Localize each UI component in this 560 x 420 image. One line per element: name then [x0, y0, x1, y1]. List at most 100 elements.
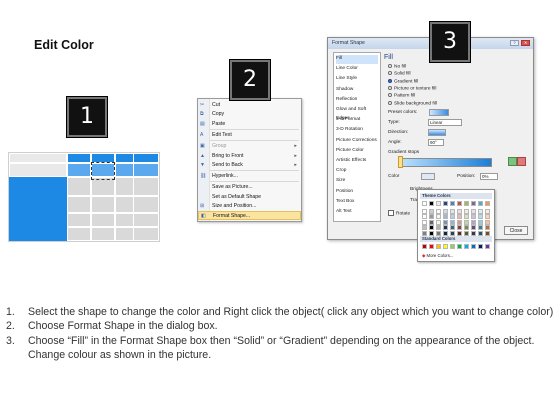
preset-colors-dropdown[interactable] — [429, 109, 449, 116]
color-swatch[interactable] — [457, 219, 462, 225]
standard-color-swatch[interactable] — [471, 244, 476, 249]
menu-item-cut[interactable]: ✂ Cut — [198, 101, 301, 110]
color-swatch[interactable] — [422, 219, 427, 225]
color-swatch[interactable] — [485, 208, 490, 214]
table-header-cell[interactable] — [9, 153, 67, 163]
menu-item-copy[interactable]: ⧉ Copy — [198, 110, 301, 119]
color-swatch[interactable] — [478, 214, 483, 219]
color-swatch[interactable] — [422, 208, 427, 214]
more-colors-link[interactable]: ◆ More Colors... — [422, 253, 454, 259]
color-swatch[interactable] — [471, 225, 476, 230]
color-swatch[interactable] — [478, 208, 483, 214]
table-cell[interactable] — [67, 196, 91, 213]
color-swatch[interactable] — [429, 225, 434, 230]
help-button[interactable]: ? — [510, 40, 519, 46]
color-swatch[interactable] — [464, 201, 469, 206]
table-cell[interactable] — [133, 196, 159, 213]
gradient-stop-handle[interactable] — [398, 156, 403, 168]
standard-color-swatch[interactable] — [429, 244, 434, 249]
color-swatch[interactable] — [443, 201, 448, 206]
table-cell[interactable] — [67, 163, 91, 177]
menu-item-bring-to-front[interactable]: ▲ Bring to Front ▸ — [198, 152, 301, 161]
menu-item-send-to-back[interactable]: ▼ Send to Back ▸ — [198, 161, 301, 170]
radio-slide-background-fill[interactable]: Slide background fill — [388, 100, 437, 106]
color-swatch[interactable] — [436, 208, 441, 214]
category-text-box[interactable]: Text Box — [336, 198, 378, 207]
color-swatch[interactable] — [464, 219, 469, 225]
table-cell[interactable] — [91, 213, 115, 227]
gradient-stops-bar[interactable] — [398, 158, 492, 167]
color-swatch[interactable] — [457, 225, 462, 230]
category-line-color[interactable]: Line Color — [336, 65, 378, 74]
color-swatch[interactable] — [436, 225, 441, 230]
category-picture-color[interactable]: Picture Color — [336, 147, 378, 156]
color-swatch[interactable] — [443, 219, 448, 225]
standard-color-swatch[interactable] — [478, 244, 483, 249]
color-swatch[interactable] — [471, 201, 476, 206]
angle-input[interactable]: 90° — [428, 139, 444, 146]
table-cell[interactable] — [9, 213, 67, 227]
standard-color-swatch[interactable] — [422, 244, 427, 249]
standard-color-swatch[interactable] — [436, 244, 441, 249]
color-swatch[interactable] — [450, 219, 455, 225]
color-swatch[interactable] — [429, 214, 434, 219]
table-cell[interactable] — [67, 227, 91, 241]
category-3-d-rotation[interactable]: 3-D Rotation — [336, 126, 378, 135]
color-swatch[interactable] — [422, 225, 427, 230]
menu-item-hyperlink[interactable]: ⛓ Hyperlink... — [198, 172, 301, 181]
radio-pattern-fill[interactable]: Pattern fill — [388, 93, 415, 98]
color-swatch[interactable] — [464, 208, 469, 214]
standard-color-swatch[interactable] — [457, 244, 462, 249]
color-swatch[interactable] — [450, 225, 455, 230]
table-cell[interactable] — [133, 163, 159, 177]
table-header-cell[interactable] — [67, 153, 91, 163]
radio-solid-fill[interactable]: Solid fill — [388, 71, 411, 77]
menu-item-format-shape[interactable]: ◧ Format Shape... — [198, 211, 301, 221]
color-swatch[interactable] — [464, 225, 469, 230]
standard-color-swatch[interactable] — [464, 244, 469, 249]
type-dropdown[interactable]: Linear — [428, 119, 462, 126]
table-cell[interactable] — [133, 227, 159, 241]
color-swatch[interactable] — [429, 219, 434, 225]
table-cell[interactable] — [9, 227, 67, 241]
category-crop[interactable]: Crop — [336, 167, 378, 176]
table-cell[interactable] — [9, 163, 67, 177]
menu-item-edit-text[interactable]: A Edit Text — [198, 131, 301, 140]
color-swatch[interactable] — [450, 230, 455, 236]
category-reflection[interactable]: Reflection — [336, 96, 378, 105]
context-menu[interactable]: ✂ Cut ⧉ Copy ▤ Paste A Edit Text ▣ Group ▸ ▲ Bring t… — [197, 98, 302, 222]
position-input[interactable]: 0% — [480, 173, 498, 180]
color-swatch[interactable] — [429, 230, 434, 236]
table-header-cell[interactable] — [133, 153, 159, 163]
standard-color-swatch[interactable] — [485, 244, 490, 249]
table-cell[interactable] — [91, 227, 115, 241]
category-fill[interactable]: Fill — [336, 55, 378, 64]
color-swatch[interactable] — [457, 208, 462, 214]
color-swatch[interactable] — [436, 230, 441, 236]
radio-no-fill[interactable]: No fill — [388, 64, 406, 69]
close-button[interactable]: Close — [504, 226, 528, 235]
color-swatch[interactable] — [478, 219, 483, 225]
table-cell[interactable] — [9, 196, 67, 213]
remove-stop-icon[interactable] — [517, 157, 526, 166]
menu-item-save-as-picture[interactable]: Save as Picture... — [198, 183, 301, 192]
table-shape[interactable] — [8, 152, 160, 242]
color-swatch[interactable] — [471, 219, 476, 225]
color-swatch[interactable] — [422, 230, 427, 236]
category-picture-corrections[interactable]: Picture Corrections — [336, 137, 378, 146]
color-swatch[interactable] — [436, 201, 441, 206]
category-size[interactable]: Size — [336, 177, 378, 186]
color-swatch[interactable] — [429, 201, 434, 206]
color-swatch[interactable] — [464, 230, 469, 236]
category-3-d-format[interactable]: 3-D Format — [336, 116, 378, 125]
radio-picture-or-texture-fill[interactable]: Picture or texture fill — [388, 85, 436, 91]
color-swatch[interactable] — [443, 214, 448, 219]
table-cell[interactable] — [133, 213, 159, 227]
standard-color-swatch[interactable] — [443, 244, 448, 249]
color-swatch[interactable] — [422, 201, 427, 206]
menu-item-size-and-position[interactable]: ⊞ Size and Position... — [198, 202, 301, 211]
color-swatch[interactable] — [443, 208, 448, 214]
color-dropdown[interactable] — [421, 173, 435, 180]
standard-color-swatch[interactable] — [450, 244, 455, 249]
category-position[interactable]: Position — [336, 188, 378, 197]
